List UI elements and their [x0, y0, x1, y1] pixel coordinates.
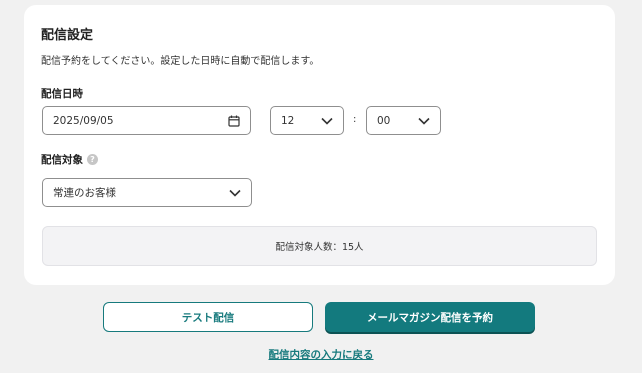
chevron-down-icon: [321, 117, 333, 125]
datetime-label-text: 配信日時: [41, 88, 83, 100]
target-value: 常連のお客様: [53, 187, 116, 199]
hour-select[interactable]: 12: [270, 106, 344, 135]
back-to-content-link[interactable]: 配信内容の入力に戻る: [269, 349, 374, 361]
hour-value: 12: [281, 114, 295, 127]
page: 配信設定 配信予約をしてください。設定した日時に自動で配信します。 配信日時 2…: [0, 0, 642, 373]
card-title: 配信設定: [41, 28, 94, 43]
date-value: 2025/09/05: [53, 114, 114, 127]
target-count-box: 配信対象人数：15人: [42, 226, 597, 266]
datetime-label: 配信日時: [41, 86, 83, 101]
target-count: 配信対象人数：15人: [275, 242, 364, 253]
help-icon[interactable]: ?: [87, 154, 98, 165]
minute-value: 00: [377, 114, 391, 127]
target-select[interactable]: 常連のお客様: [42, 178, 252, 207]
test-send-button[interactable]: テスト配信: [103, 302, 313, 332]
date-input[interactable]: 2025/09/05: [42, 106, 251, 135]
calendar-icon[interactable]: [228, 115, 240, 127]
delivery-settings-card: 配信設定 配信予約をしてください。設定した日時に自動で配信します。 配信日時 2…: [24, 5, 615, 285]
minute-select[interactable]: 00: [366, 106, 441, 135]
target-label: 配信対象 ?: [41, 152, 98, 167]
schedule-newsletter-button[interactable]: メールマガジン配信を予約: [325, 302, 535, 332]
back-link-row: 配信内容の入力に戻る: [0, 347, 642, 362]
time-separator: :: [353, 114, 357, 125]
chevron-down-icon: [418, 117, 430, 125]
chevron-down-icon: [229, 189, 241, 197]
card-description: 配信予約をしてください。設定した日時に自動で配信します。: [41, 56, 320, 67]
target-label-text: 配信対象: [41, 154, 83, 166]
